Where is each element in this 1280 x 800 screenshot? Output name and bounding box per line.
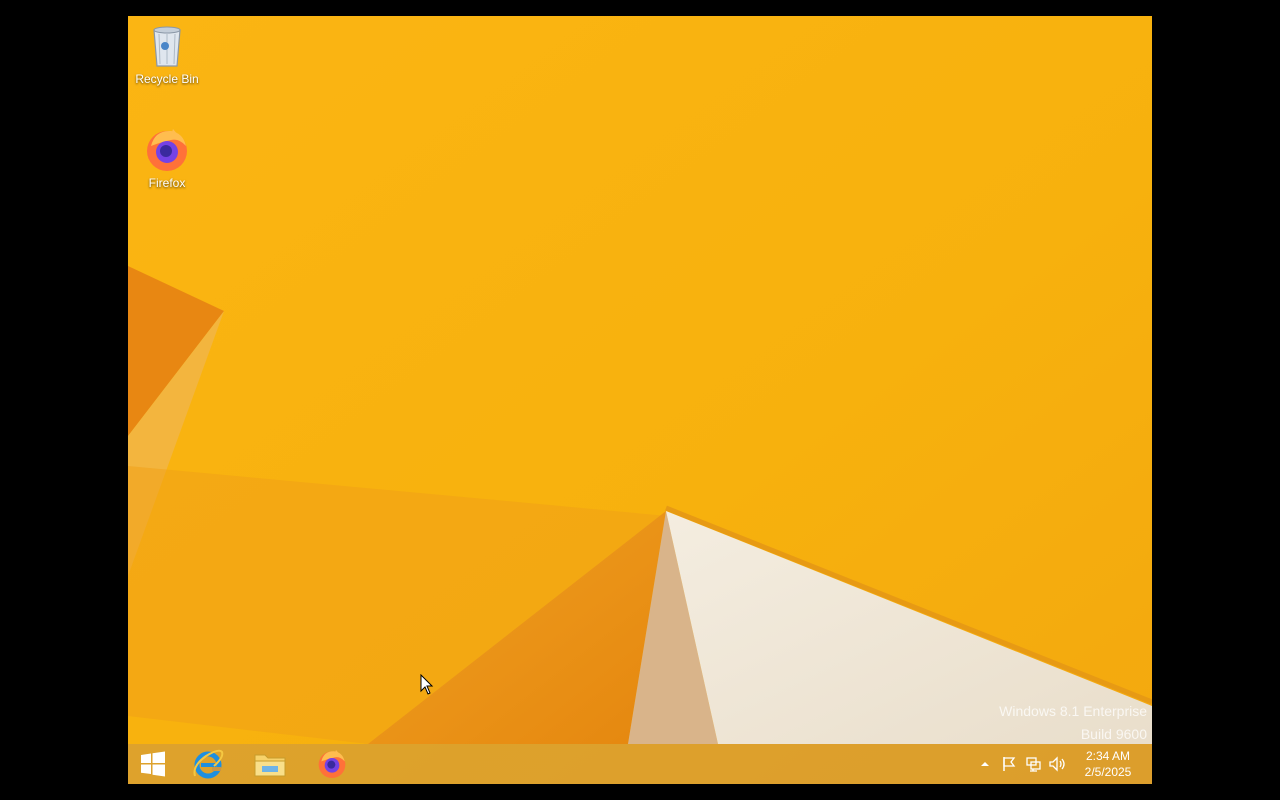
windows-version-watermark: Windows 8.1 Enterprise Build 9600 (999, 700, 1147, 746)
system-clock[interactable]: 2:34 AM 2/5/2025 (1076, 748, 1140, 780)
clock-time: 2:34 AM (1085, 749, 1131, 763)
chevron-up-icon (981, 762, 989, 766)
clock-date: 2/5/2025 (1084, 765, 1132, 779)
build-text: Build 9600 (1080, 726, 1147, 742)
mouse-pointer (420, 673, 434, 696)
firefox-label: Firefox (148, 176, 186, 190)
firefox-shortcut[interactable]: Firefox (129, 126, 205, 190)
recycle-bin-icon (153, 26, 181, 67)
taskbar: 2:34 AM 2/5/2025 (128, 744, 1152, 784)
recycle-bin-shortcut[interactable]: Recycle Bin (129, 22, 205, 86)
volume-button[interactable] (1048, 744, 1068, 784)
cursor-arrow-icon (420, 673, 434, 695)
windows-logo-icon (141, 751, 165, 777)
volume-icon (1049, 756, 1065, 772)
start-button[interactable] (128, 744, 178, 784)
flag-icon (1003, 757, 1016, 771)
internet-explorer-button[interactable] (180, 744, 236, 784)
desktop[interactable]: Recycle Bin Firefox Windows 8.1 Enterpri… (128, 16, 1152, 784)
wallpaper (128, 16, 1152, 784)
action-center-button[interactable] (1000, 744, 1018, 784)
edition-text: Windows 8.1 Enterprise (999, 703, 1147, 719)
show-hidden-icons-button[interactable] (978, 744, 992, 784)
network-button[interactable] (1024, 744, 1042, 784)
folder-icon (254, 754, 286, 777)
recycle-bin-label: Recycle Bin (135, 72, 199, 86)
firefox-icon (147, 129, 187, 171)
network-icon (1026, 757, 1041, 772)
firefox-taskbar-button[interactable] (304, 744, 360, 784)
internet-explorer-icon (193, 749, 224, 779)
file-explorer-button[interactable] (242, 744, 298, 784)
firefox-icon (318, 750, 346, 778)
